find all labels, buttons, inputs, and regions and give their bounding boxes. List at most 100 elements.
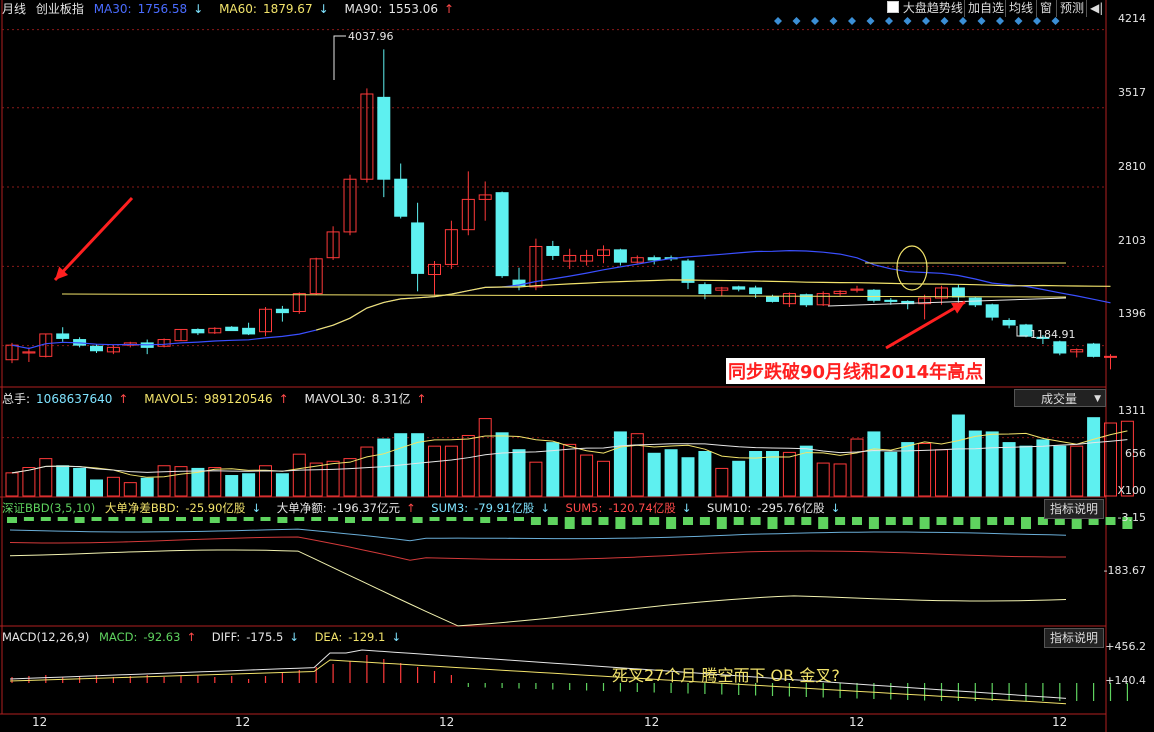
candle-body: [681, 260, 695, 283]
bbd-bar: [885, 517, 896, 525]
checkbox-icon[interactable]: [887, 1, 899, 13]
bbd-bar: [750, 517, 761, 525]
bbd-bar: [547, 517, 558, 525]
bbd-sum5: SUM5: -120.74亿股 ↓: [565, 501, 692, 515]
price-tick: 3517: [1118, 86, 1146, 99]
volume-bar: [782, 451, 796, 497]
x-axis-label: 12: [32, 715, 48, 729]
avg-line-button[interactable]: 均线: [1005, 0, 1036, 17]
macd-header: MACD(12,26,9) MACD: -92.63 ↑ DIFF: -175.5 ↓ …: [2, 629, 413, 645]
volume-bar: [597, 460, 610, 497]
bbd-bar: [598, 517, 609, 525]
volume-bar: [1070, 445, 1084, 497]
x-axis-label: 12: [849, 715, 865, 729]
add-favorite-button[interactable]: 加自选: [964, 0, 1007, 17]
macd-title: MACD(12,26,9): [2, 630, 90, 644]
bbd-bar: [23, 517, 34, 521]
bbd-bar: [1004, 517, 1015, 525]
total-volume: 总手: 1068637640 ↑: [2, 392, 129, 406]
bbd-bar: [615, 517, 626, 529]
volume-bar: [56, 465, 70, 497]
trend-line: [827, 297, 1067, 307]
volume-bar: [715, 467, 729, 497]
indicator-dropdown-label: 成交量: [1041, 392, 1078, 406]
candle-body: [225, 326, 239, 332]
volume-bar: [884, 451, 898, 497]
annotation-note: 同步跌破90月线和2014年高点: [726, 358, 986, 384]
candle-body: [1002, 319, 1016, 326]
bbd-help-button[interactable]: 指标说明: [1044, 499, 1104, 519]
candle-body: [1087, 343, 1101, 357]
candle-body: [90, 345, 103, 352]
bbd-bar: [835, 517, 846, 525]
candle-body: [951, 287, 965, 298]
volume-bar: [157, 465, 171, 497]
price-tick: 2810: [1118, 160, 1146, 173]
price-tick: 4214: [1118, 12, 1146, 25]
candle-body: [647, 257, 661, 261]
bbd-bar: [209, 517, 220, 523]
bbd-bar: [953, 517, 964, 525]
volume-bar: [360, 446, 374, 497]
diamond-marker: [996, 17, 1004, 25]
window-button[interactable]: 窗: [1036, 0, 1055, 17]
candle-body: [732, 286, 746, 290]
diamond-marker: [829, 17, 838, 25]
candle-body: [985, 304, 999, 318]
volume-bar: [309, 462, 323, 497]
x-axis-label: 12: [235, 715, 251, 729]
volume-bar: [275, 473, 289, 497]
bbd-bar: [91, 517, 102, 521]
diamond-marker: [922, 17, 930, 25]
bbd-bar: [7, 517, 17, 523]
bbd-bar: [902, 517, 913, 525]
volume-bar: [681, 457, 695, 497]
candle-body: [613, 249, 627, 263]
bbd-bar: [192, 517, 203, 521]
trend-checkbox[interactable]: 大盘趋势线: [887, 0, 963, 17]
high-marker: [333, 35, 346, 80]
bbd-bar: [699, 517, 710, 525]
price-tick: 1396: [1118, 307, 1146, 320]
volume-header: 总手: 1068637640 ↑ MAVOL5: 989120546 ↑ MAVOL30…: [2, 391, 439, 407]
mavol30: MAVOL30: 8.31亿 ↑: [304, 392, 427, 406]
bbd-tick: -3.15: [1117, 511, 1146, 524]
volume-bar: [90, 479, 103, 497]
bbd-bar: [176, 517, 186, 521]
bbd-bar: [159, 517, 170, 521]
red-arrow-right: [885, 300, 966, 350]
diamond-marker: [940, 17, 949, 25]
volume-bar: [529, 461, 543, 497]
volume-bar: [225, 475, 239, 497]
diamond-marker: [903, 17, 912, 25]
candle-body: [1053, 341, 1067, 354]
indicator-dropdown[interactable]: 成交量 ▼: [1014, 389, 1106, 407]
bbd-bar: [57, 517, 68, 521]
diamond-marker: [1014, 17, 1023, 25]
back-button[interactable]: ◀|: [1086, 0, 1106, 17]
volume-tick: X100: [1117, 484, 1146, 497]
volume-bar: [512, 449, 526, 497]
bbd-bar: [514, 517, 524, 521]
bbd-header: 深证BBD(3,5,10) 大单净差BBD: -25.90亿股 ↓ 大单净额: -19…: [2, 500, 852, 516]
volume-tick: 1311: [1118, 404, 1146, 417]
macd-help-button[interactable]: 指标说明: [1044, 628, 1104, 648]
bbd-bar: [480, 517, 491, 523]
volume-bar: [22, 467, 36, 497]
volume-bar: [647, 452, 661, 497]
forecast-button[interactable]: 预测: [1056, 0, 1087, 17]
volume-bar: [140, 477, 154, 497]
mavol5: MAVOL5: 989120546 ↑: [144, 392, 289, 406]
volume-bar: [444, 445, 458, 497]
volume-bar: [461, 434, 475, 497]
diff-value: DIFF: -175.5 ↓: [211, 630, 299, 644]
volume-bar: [613, 431, 627, 497]
volume-bar: [123, 482, 137, 497]
volume-bar: [867, 431, 881, 497]
bbd-bar: [784, 517, 795, 525]
bbd-bar: [987, 517, 998, 525]
candle-body: [56, 333, 70, 339]
bbd-tick: -183.67: [1103, 564, 1146, 577]
bbd-bar: [649, 517, 660, 525]
price-header: 月线 创业板指 MA30: 1756.58 ↓ MA60: 1879.67 ↓ MA90…: [2, 1, 466, 17]
